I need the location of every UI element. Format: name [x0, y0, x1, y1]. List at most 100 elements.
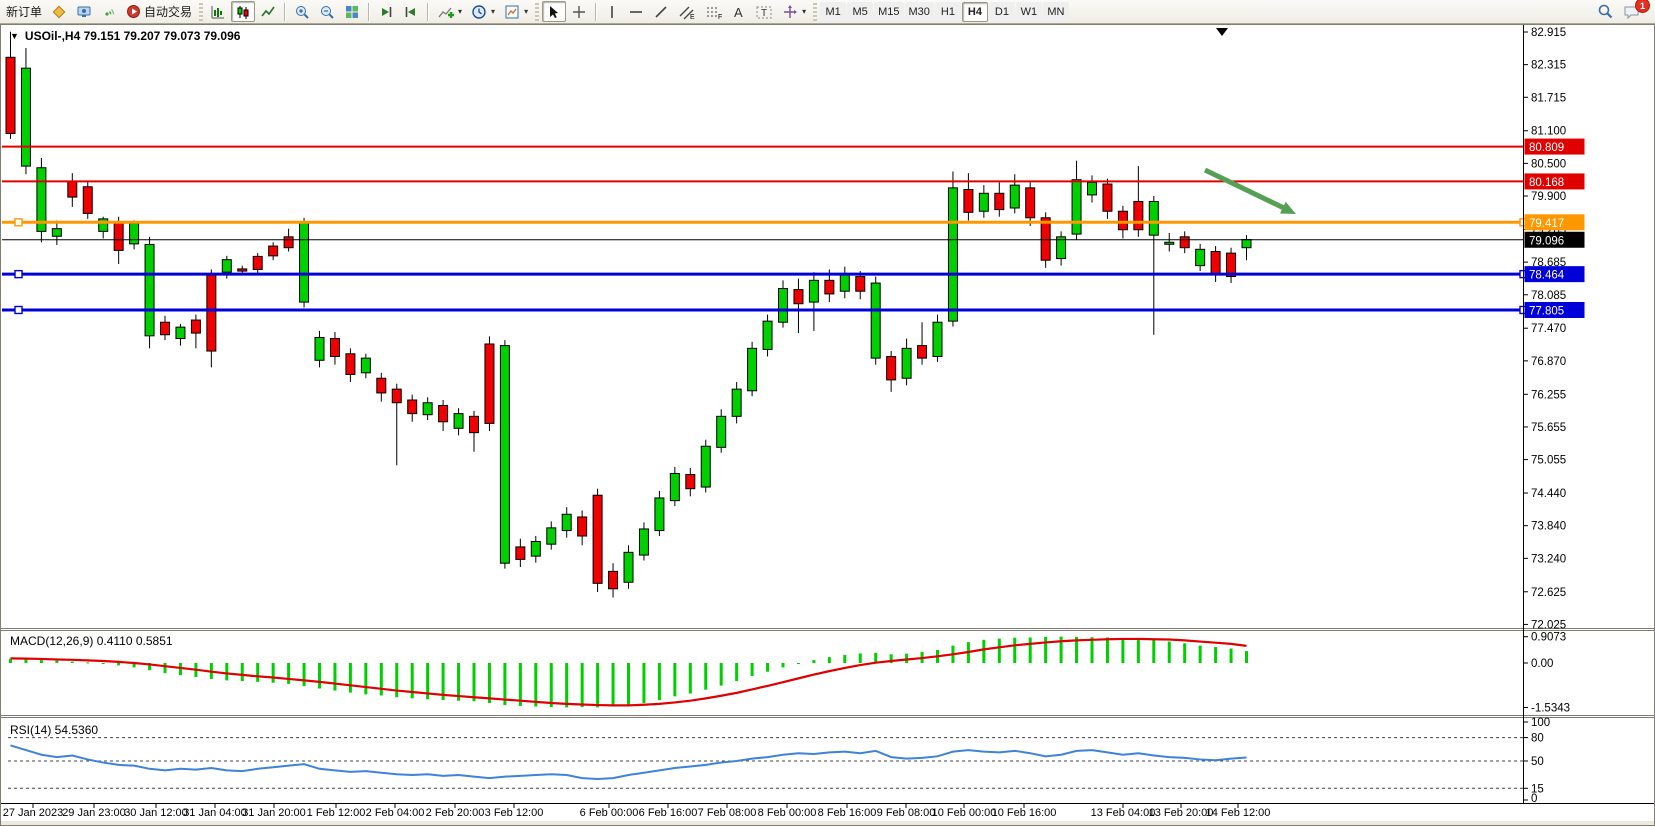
- auto-scroll-button[interactable]: [374, 1, 398, 22]
- zoom-out-button[interactable]: [315, 1, 339, 22]
- chart-shift-icon: [403, 4, 419, 20]
- macd-histogram-bar: [751, 663, 754, 676]
- virtual-hosting-button[interactable]: [72, 1, 96, 22]
- macd-histogram-bar: [1106, 637, 1109, 663]
- price-tick-label: 75.055: [1531, 455, 1566, 467]
- text-tool[interactable]: A: [728, 1, 750, 22]
- candle: [516, 547, 525, 560]
- macd-histogram-bar: [395, 663, 398, 697]
- chart-title: USOil-,H4 79.151 79.207 79.073 79.096: [25, 29, 241, 43]
- line-anchor[interactable]: [15, 271, 22, 278]
- candle: [176, 327, 185, 338]
- tile-windows-button[interactable]: [340, 1, 364, 22]
- rsi-tick-label: 0: [1531, 793, 1537, 805]
- toolbar-separator: [368, 3, 370, 21]
- trendline-tool[interactable]: [649, 1, 673, 22]
- candle: [825, 280, 834, 294]
- timeframe-m1[interactable]: M1: [820, 2, 846, 22]
- line-anchor[interactable]: [15, 219, 22, 226]
- periods-button[interactable]: ▾: [467, 1, 499, 22]
- price-badge-label: 80.168: [1529, 177, 1564, 189]
- crosshair-tool-button[interactable]: [567, 1, 591, 22]
- price-tick-label: 72.625: [1531, 587, 1566, 599]
- fibonacci-tool[interactable]: F: [701, 1, 727, 22]
- candle: [1026, 188, 1035, 218]
- price-tick-label: 80.500: [1531, 158, 1566, 170]
- signals-button[interactable]: [97, 1, 121, 22]
- chart-canvas[interactable]: 82.91582.31581.71581.10080.50079.90079.2…: [0, 24, 1655, 826]
- dropdown-arrow-icon[interactable]: ▾: [802, 7, 806, 16]
- line-anchor[interactable]: [15, 306, 22, 313]
- timeframe-w1[interactable]: W1: [1016, 2, 1042, 22]
- macd-histogram-bar: [55, 661, 58, 663]
- timeframe-m15[interactable]: M15: [874, 2, 903, 22]
- equidistant-channel-tool[interactable]: E: [674, 1, 700, 22]
- macd-histogram-bar: [1013, 638, 1016, 663]
- candle: [408, 400, 417, 414]
- trading-terminal: 新订单 自动交易: [0, 0, 1655, 826]
- macd-histogram-bar: [40, 660, 43, 663]
- new-order-label: 新订单: [6, 3, 42, 20]
- channel-icon: E: [678, 4, 696, 20]
- candle: [779, 288, 788, 322]
- macd-histogram-bar: [241, 663, 244, 681]
- candle: [500, 346, 509, 564]
- macd-histogram-bar: [1044, 637, 1047, 663]
- macd-histogram-bar: [1121, 638, 1124, 663]
- timeframe-d1[interactable]: D1: [989, 2, 1015, 22]
- dropdown-arrow-icon[interactable]: ▾: [524, 7, 528, 16]
- candle: [485, 344, 494, 423]
- price-badge-label: 78.464: [1529, 270, 1565, 282]
- indicators-button[interactable]: ▾: [433, 1, 466, 22]
- arrows-tool[interactable]: ▾: [778, 1, 810, 22]
- horizontal-line-tool[interactable]: [624, 1, 648, 22]
- price-tick-label: 73.840: [1531, 521, 1566, 533]
- svg-text:F: F: [718, 14, 722, 20]
- window-bottom-strip: [1, 821, 1654, 826]
- dropdown-arrow-icon[interactable]: ▾: [458, 7, 462, 16]
- macd-histogram-bar: [859, 653, 862, 663]
- templates-button[interactable]: ▾: [500, 1, 532, 22]
- candle: [655, 498, 664, 531]
- timeframe-h1[interactable]: H1: [935, 2, 961, 22]
- vertical-line-tool[interactable]: [601, 1, 623, 22]
- dropdown-arrow-icon[interactable]: ▾: [491, 7, 495, 16]
- timeframe-mn[interactable]: MN: [1043, 2, 1069, 22]
- candle: [809, 280, 818, 302]
- trendline-icon: [653, 4, 669, 20]
- chart-shift-button[interactable]: [399, 1, 423, 22]
- bar-chart-button[interactable]: [206, 1, 230, 22]
- cursor-tool-button[interactable]: [542, 1, 566, 22]
- price-tick-label: 77.470: [1531, 323, 1566, 335]
- search-button[interactable]: [1593, 1, 1618, 22]
- text-label-tool[interactable]: T: [751, 1, 777, 22]
- autotrading-button[interactable]: 自动交易: [122, 1, 196, 22]
- macd-histogram-bar: [349, 663, 352, 693]
- timeframe-m30[interactable]: M30: [905, 2, 934, 22]
- candle: [593, 495, 602, 583]
- macd-histogram-bar: [658, 663, 661, 700]
- price-tick-label: 74.440: [1531, 488, 1566, 500]
- candle: [269, 246, 278, 256]
- trend-arrow-annotation[interactable]: [1205, 170, 1288, 210]
- macd-histogram-bar: [689, 663, 692, 693]
- candle: [439, 405, 448, 421]
- macd-histogram-bar: [1214, 647, 1217, 663]
- macd-histogram-bar: [1091, 637, 1094, 663]
- candlestick-chart-button[interactable]: [231, 1, 255, 22]
- zoom-in-button[interactable]: [290, 1, 314, 22]
- macd-histogram-bar: [874, 653, 877, 663]
- arrows-icon: [782, 4, 798, 20]
- symbol-dropdown-icon[interactable]: ▼: [10, 31, 19, 41]
- timeframe-m5[interactable]: M5: [847, 2, 873, 22]
- text-A-icon: A: [732, 4, 746, 20]
- deposit-icon-button[interactable]: [47, 1, 71, 22]
- gold-diamond-icon: [51, 4, 67, 20]
- new-order-button[interactable]: 新订单: [2, 1, 46, 22]
- candle: [933, 322, 942, 356]
- line-chart-button[interactable]: [256, 1, 280, 22]
- timeframe-h4[interactable]: H4: [962, 2, 988, 22]
- candle: [871, 283, 880, 358]
- notifications-button[interactable]: 1: [1619, 1, 1645, 22]
- signal-icon: [101, 4, 117, 20]
